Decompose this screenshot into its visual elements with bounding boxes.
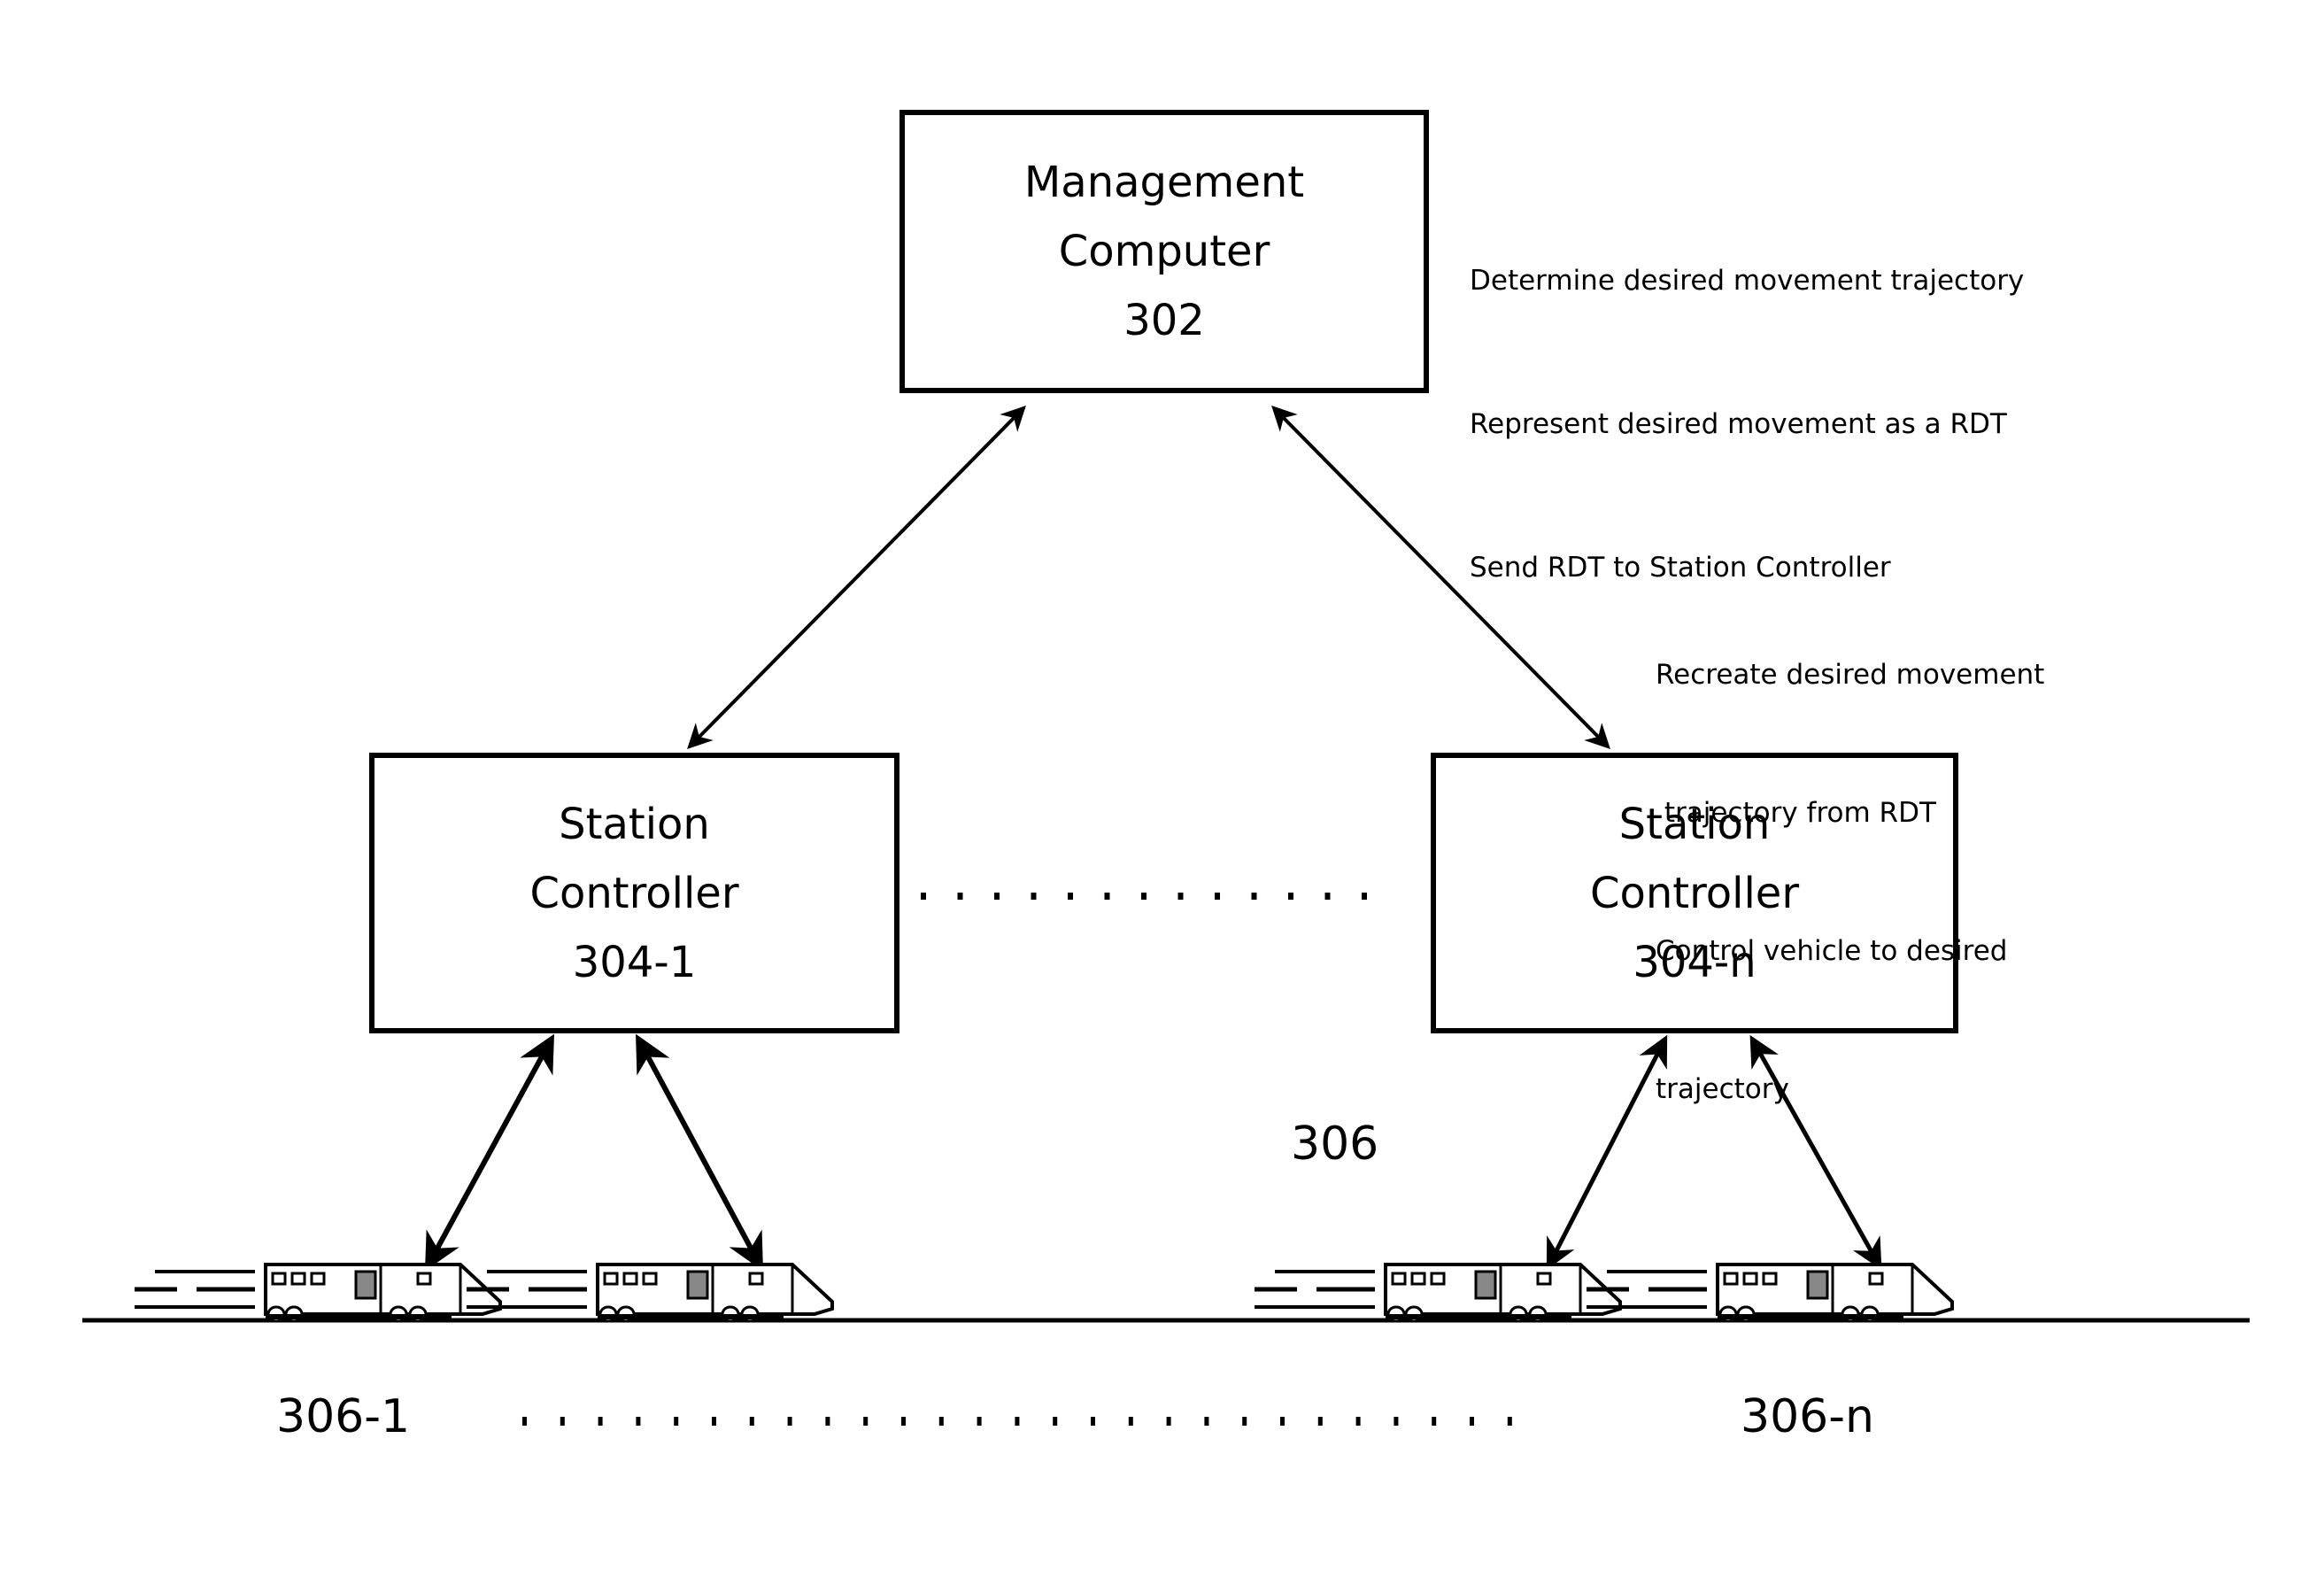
ellipsis-dot bbox=[1394, 1417, 1399, 1426]
ellipsis-dot bbox=[977, 1417, 982, 1426]
ellipsis-dot bbox=[1280, 1417, 1285, 1426]
ellipsis-dot bbox=[1324, 893, 1331, 900]
station-1-title-line2: Controller bbox=[529, 868, 739, 918]
station-controller-1-box: Station Controller 304-1 bbox=[369, 753, 899, 1033]
link-station-1-train-a bbox=[424, 1033, 555, 1272]
ellipsis-dot bbox=[1177, 893, 1184, 900]
track-group-label: 306 bbox=[1291, 1118, 1379, 1171]
ellipsis-dot bbox=[1204, 1417, 1209, 1426]
management-note: Represent desired movement as a RDT bbox=[1470, 408, 2007, 440]
ellipsis-dot bbox=[1362, 893, 1367, 900]
ellipsis-dot bbox=[1251, 893, 1257, 900]
ellipsis-dot bbox=[1317, 1417, 1323, 1426]
ellipsis-dot bbox=[901, 1417, 906, 1426]
ellipsis-dot bbox=[598, 1417, 603, 1426]
train-icon bbox=[135, 1263, 502, 1323]
ellipsis-dot bbox=[1053, 1417, 1058, 1426]
ellipsis-dot bbox=[938, 1417, 944, 1426]
track-first-label: 306-1 bbox=[276, 1390, 411, 1443]
station-ellipsis-dots bbox=[921, 893, 1367, 900]
ellipsis-dot bbox=[674, 1417, 679, 1426]
ellipsis-dot bbox=[1470, 1417, 1474, 1426]
ellipsis-dot bbox=[1128, 1417, 1133, 1426]
link-station-n-train-a bbox=[1546, 1034, 1668, 1271]
management-computer-box: Management Computer 302 bbox=[899, 110, 1429, 393]
ellipsis-dot bbox=[522, 1417, 527, 1426]
ellipsis-dot bbox=[1068, 893, 1073, 900]
station-n-note: trajectory from RDT bbox=[1656, 797, 1936, 829]
ellipsis-dot bbox=[1242, 1417, 1247, 1426]
ellipsis-dot bbox=[560, 1417, 565, 1426]
ellipsis-dot bbox=[636, 1417, 641, 1426]
ellipsis-dot bbox=[1507, 1417, 1512, 1426]
station-n-note: Control vehicle to desired bbox=[1656, 935, 2008, 967]
ellipsis-dot bbox=[1215, 893, 1220, 900]
station-n-note: Recreate desired movement bbox=[1656, 659, 2045, 691]
ellipsis-dot bbox=[1141, 893, 1147, 900]
link-station-1-train-b bbox=[636, 1033, 763, 1272]
ellipsis-dot bbox=[787, 1417, 792, 1426]
ellipsis-dot bbox=[825, 1417, 830, 1426]
ellipsis-dot bbox=[1091, 1417, 1095, 1426]
ellipsis-dot bbox=[863, 1417, 869, 1426]
ellipsis-dot bbox=[1355, 1417, 1361, 1426]
ellipsis-dot bbox=[712, 1417, 716, 1426]
ellipsis-dot bbox=[957, 893, 963, 900]
ellipsis-dot bbox=[1015, 1417, 1020, 1426]
track-ellipsis-dots bbox=[522, 1417, 1512, 1426]
station-1-title-line1: Station bbox=[559, 799, 710, 849]
management-ref: 302 bbox=[1123, 296, 1205, 345]
station-n-note: trajectory bbox=[1656, 1073, 1789, 1105]
link-management-station-1 bbox=[687, 406, 1026, 749]
management-title-line1: Management bbox=[1023, 158, 1305, 207]
train-icon bbox=[467, 1263, 834, 1323]
track-last-label: 306-n bbox=[1741, 1390, 1874, 1443]
ellipsis-dot bbox=[1104, 893, 1110, 900]
ellipsis-dot bbox=[994, 893, 1000, 900]
ellipsis-dot bbox=[1031, 893, 1037, 900]
ellipsis-dot bbox=[921, 893, 926, 900]
ellipsis-dot bbox=[749, 1417, 754, 1426]
ellipsis-dot bbox=[1432, 1417, 1437, 1426]
management-title-line2: Computer bbox=[1058, 227, 1270, 276]
management-note: Determine desired movement trajectory bbox=[1470, 265, 2025, 297]
train-icon bbox=[1587, 1263, 1954, 1323]
train-icon bbox=[1255, 1263, 1622, 1323]
ellipsis-dot bbox=[1166, 1417, 1171, 1426]
station-1-ref: 304-1 bbox=[572, 937, 697, 987]
ellipsis-dot bbox=[1288, 893, 1293, 900]
station-n-notes: Recreate desired movement trajectory fro… bbox=[1656, 560, 2044, 1158]
